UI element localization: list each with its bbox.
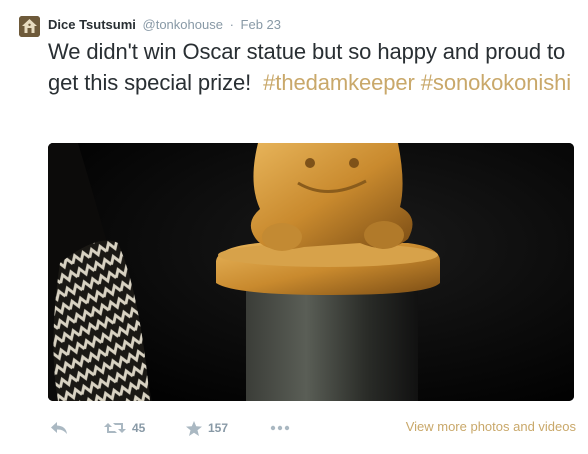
view-more-photos-link[interactable]: View more photos and videos — [406, 419, 576, 434]
star-icon — [186, 420, 202, 436]
favorite-button[interactable]: 157 — [186, 417, 228, 439]
retweet-icon — [104, 423, 126, 433]
favorite-count: 157 — [208, 421, 229, 435]
tweet-actions: 45 157 View more photos and videos — [48, 417, 578, 439]
separator-dot: · — [229, 17, 234, 32]
tweet-photo[interactable] — [48, 143, 574, 401]
ellipsis-icon — [270, 425, 290, 431]
author-fullname[interactable]: Dice Tsutsumi — [48, 17, 136, 32]
timestamp[interactable]: Feb 23 — [241, 17, 281, 32]
avatar[interactable] — [19, 16, 40, 37]
tweet: Dice Tsutsumi @tonkohouse · Feb 23 We di… — [0, 0, 588, 454]
hashtag-link[interactable]: #thedamkeeper — [263, 70, 415, 95]
author-username[interactable]: @tonkohouse — [143, 17, 223, 32]
hashtag-link[interactable]: #sonokokonishi — [421, 70, 571, 95]
tweet-text: We didn't win Oscar statue but so happy … — [48, 36, 578, 98]
retweet-count: 45 — [132, 421, 146, 435]
photo-golden-statue — [48, 143, 574, 401]
tweet-header: Dice Tsutsumi @tonkohouse · Feb 23 — [48, 16, 281, 34]
reply-icon — [51, 422, 67, 434]
more-button[interactable] — [270, 417, 290, 439]
reply-button[interactable] — [50, 417, 68, 439]
retweet-button[interactable]: 45 — [104, 417, 145, 439]
house-logo-icon — [19, 16, 40, 37]
